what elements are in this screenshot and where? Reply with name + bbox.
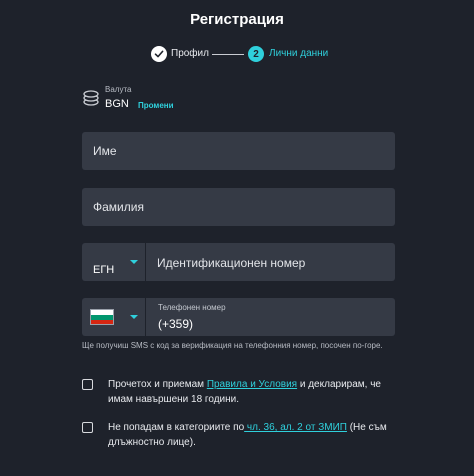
id-number-field[interactable]: Идентификационен номер bbox=[146, 243, 395, 281]
phone-number-field[interactable]: Телефонен номер (+359) bbox=[146, 298, 395, 336]
bulgaria-flag-icon bbox=[90, 309, 114, 325]
checkmark-icon[interactable] bbox=[151, 46, 167, 62]
id-type-value: ЕГН bbox=[93, 264, 115, 276]
step-profile-label[interactable]: Профил bbox=[171, 48, 209, 59]
phone-label: Телефонен номер bbox=[158, 303, 226, 312]
phone-row: Телефонен номер (+359) bbox=[82, 298, 395, 336]
id-number-placeholder: Идентификационен номер bbox=[157, 256, 306, 270]
terms-text: Прочетох и приемам Правила и Условия и д… bbox=[108, 379, 381, 405]
chevron-down-icon bbox=[130, 315, 138, 319]
country-code-select[interactable] bbox=[82, 298, 145, 336]
change-currency-link[interactable]: Промени bbox=[138, 101, 174, 110]
sms-note: Ще получиш SMS с код за верификация на т… bbox=[82, 341, 383, 350]
last-name-placeholder: Фамилия bbox=[93, 200, 144, 214]
stepper: Профил 2 Лични данни bbox=[150, 45, 390, 63]
last-name-field[interactable]: Фамилия bbox=[82, 188, 395, 226]
terms-checkbox[interactable] bbox=[82, 379, 93, 390]
step-number-badge: 2 bbox=[248, 46, 264, 62]
first-name-field[interactable]: Име bbox=[82, 132, 395, 170]
phone-value: (+359) bbox=[158, 317, 194, 331]
step-personal-data-label: Лични данни bbox=[269, 48, 329, 59]
id-type-select[interactable]: ЕГН bbox=[82, 243, 145, 281]
page-title: Регистрация bbox=[190, 11, 284, 28]
registration-page: Регистрация Профил 2 Лични данни Валута … bbox=[0, 0, 474, 476]
currency-value: BGN bbox=[105, 98, 129, 110]
id-row: ЕГН Идентификационен номер bbox=[82, 243, 395, 281]
coins-icon bbox=[82, 88, 102, 108]
chevron-down-icon bbox=[130, 260, 138, 264]
currency-label: Валута bbox=[105, 85, 132, 94]
pep-law-link[interactable]: чл. 36, ал. 2 от ЗМИП bbox=[244, 422, 347, 433]
step-connector bbox=[212, 54, 244, 55]
currency-block: Валута BGN Промени bbox=[82, 84, 282, 114]
terms-link[interactable]: Правила и Условия bbox=[207, 379, 297, 390]
pep-checkbox[interactable] bbox=[82, 422, 93, 433]
pep-text: Не попадам в категориите по чл. 36, ал. … bbox=[108, 422, 387, 448]
first-name-placeholder: Име bbox=[93, 144, 117, 158]
